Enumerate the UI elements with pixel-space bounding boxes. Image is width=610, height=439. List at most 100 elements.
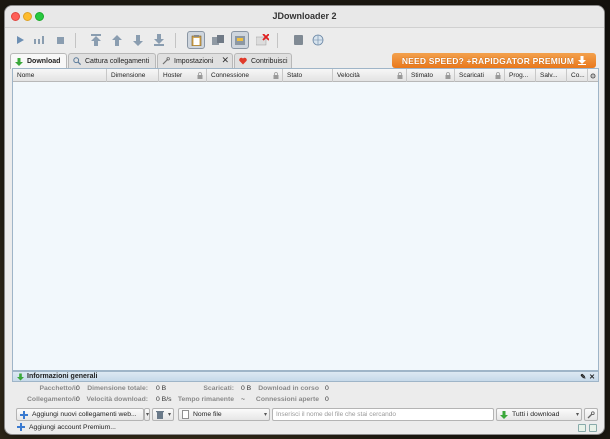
stat-label: Collegamento/i: — [27, 396, 78, 403]
download-list[interactable]: Nome Dimensione Hoster Connessione Stato… — [12, 68, 599, 371]
lock-icon — [397, 72, 403, 79]
toolbar — [5, 28, 604, 53]
stop-icon — [56, 36, 64, 44]
pause-play-icon — [34, 36, 44, 44]
plus-icon — [20, 410, 28, 419]
magnifier-icon — [73, 57, 81, 65]
column-header-speed[interactable]: Velocità — [333, 69, 407, 82]
add-links-dropdown[interactable]: ▾ — [144, 408, 150, 421]
chevron-down-icon: ▾ — [167, 412, 171, 418]
title-bar: JDownloader 2 — [5, 6, 604, 28]
panel-close-icon[interactable]: ✕ — [589, 373, 595, 381]
update-button[interactable] — [309, 31, 327, 49]
toolbar-separator — [175, 33, 176, 48]
column-header-progress[interactable]: Prog... — [505, 69, 536, 82]
stat-value: 0 — [325, 385, 329, 392]
add-links-button[interactable]: Aggiungi nuovi collegamenti web... — [16, 408, 144, 421]
overview-stats: Pacchetto/i: 0 Dimensione totale: 0 B Sc… — [12, 382, 599, 407]
auto-reconnect-button[interactable] — [209, 31, 227, 49]
tab-contribute-label: Contribuisci — [251, 57, 288, 65]
window-title: JDownloader 2 — [272, 11, 337, 21]
column-header-eta[interactable]: Stimato — [407, 69, 455, 82]
delete-button[interactable]: ▾ — [152, 408, 174, 421]
clipboard-monitor-button[interactable] — [187, 31, 205, 49]
column-header-downloaded[interactable]: Scaricati — [455, 69, 505, 82]
column-header-size[interactable]: Dimensione — [107, 69, 159, 82]
chevron-down-icon: ▾ — [263, 412, 267, 418]
search-input-wrapper[interactable] — [272, 408, 494, 421]
stat-value: ~ — [241, 396, 245, 403]
chevron-down-icon: ▾ — [575, 412, 579, 418]
banner-download-icon — [578, 56, 587, 65]
speed-limit-button[interactable] — [253, 31, 271, 49]
panel-settings-icon[interactable]: ✎ — [580, 373, 586, 381]
app-window: JDownloader 2 Download Cattura collegame… — [5, 6, 604, 434]
router-icon — [293, 35, 303, 45]
clipboard-status-icon[interactable] — [578, 424, 586, 432]
column-header-comment[interactable]: Co... — [567, 69, 588, 82]
stat-label: Download in corso — [258, 385, 319, 392]
download-filter-value: Tutti i download — [512, 411, 560, 418]
status-bar: Aggiungi account Premium... — [5, 423, 604, 434]
download-arrow-icon — [500, 410, 508, 419]
download-arrow-icon — [17, 373, 24, 380]
search-field-select[interactable]: Nome file ▾ — [178, 408, 270, 421]
move-top-button[interactable] — [87, 31, 105, 49]
lock-icon — [197, 72, 203, 79]
panel-actions: ✎ ✕ — [580, 373, 595, 381]
tab-contribute[interactable]: Contribuisci — [234, 53, 292, 68]
add-premium-account-button[interactable]: Aggiungi account Premium... — [17, 423, 116, 431]
tab-bar: Download Cattura collegamenti Impostazio… — [5, 53, 604, 69]
plus-icon — [17, 423, 25, 431]
reconnect-now-button[interactable] — [289, 31, 307, 49]
stop-download-button[interactable] — [51, 31, 69, 49]
banner-text: NEED SPEED? +RAPIDGATOR PREMIUM — [401, 55, 575, 66]
connection-status-icon[interactable] — [589, 424, 597, 432]
quick-settings-button[interactable] — [584, 408, 598, 421]
stat-label: Pacchetto/i: — [39, 385, 78, 392]
arrow-up-icon — [112, 34, 122, 46]
toolbar-separator — [75, 33, 76, 48]
column-header-connection[interactable]: Connessione — [207, 69, 283, 82]
trash-icon — [156, 411, 164, 419]
premium-icon — [235, 35, 245, 45]
start-download-button[interactable] — [11, 31, 29, 49]
column-header-status[interactable]: Stato — [283, 69, 333, 82]
download-arrow-icon — [15, 57, 23, 66]
add-links-label: Aggiungi nuovi collegamenti web... — [32, 411, 137, 418]
lock-icon — [445, 72, 451, 79]
tab-download[interactable]: Download — [10, 53, 67, 69]
search-input[interactable] — [276, 411, 493, 418]
heart-icon — [239, 57, 247, 65]
tab-settings[interactable]: Impostazioni ✕ — [157, 53, 233, 68]
column-header-hoster[interactable]: Hoster — [159, 69, 207, 82]
move-down-button[interactable] — [129, 31, 147, 49]
clipboard-icon — [191, 35, 201, 46]
premium-toggle-button[interactable] — [231, 31, 249, 49]
column-header-name[interactable]: Nome — [13, 69, 107, 82]
stat-value: 0 B/s — [156, 396, 172, 403]
toolbar-separator — [277, 33, 278, 48]
download-filter-select[interactable]: Tutti i download ▾ — [496, 408, 582, 421]
search-field-value: Nome file — [193, 411, 222, 418]
move-bottom-button[interactable] — [150, 31, 168, 49]
tab-link-grabber[interactable]: Cattura collegamenti — [68, 53, 156, 68]
move-up-button[interactable] — [108, 31, 126, 49]
arrow-top-icon — [91, 34, 101, 46]
play-icon — [17, 36, 24, 44]
lock-icon — [273, 72, 279, 79]
file-icon — [182, 410, 189, 419]
gear-icon — [590, 73, 596, 78]
close-tab-icon[interactable]: ✕ — [221, 56, 229, 65]
tab-download-label: Download — [27, 58, 61, 65]
column-header-save-to[interactable]: Salv... — [536, 69, 567, 82]
chevron-down-icon: ▾ — [145, 412, 149, 418]
column-settings-button[interactable] — [588, 69, 598, 82]
bottom-toolbar: Aggiungi nuovi collegamenti web... ▾ ▾ N… — [12, 407, 599, 423]
premium-banner[interactable]: NEED SPEED? +RAPIDGATOR PREMIUM — [392, 53, 596, 68]
stat-value: 0 — [76, 385, 80, 392]
limit-red-x-icon — [255, 34, 269, 46]
pause-download-button[interactable] — [30, 31, 48, 49]
add-premium-account-label: Aggiungi account Premium... — [29, 423, 116, 431]
table-header: Nome Dimensione Hoster Connessione Stato… — [13, 69, 598, 82]
